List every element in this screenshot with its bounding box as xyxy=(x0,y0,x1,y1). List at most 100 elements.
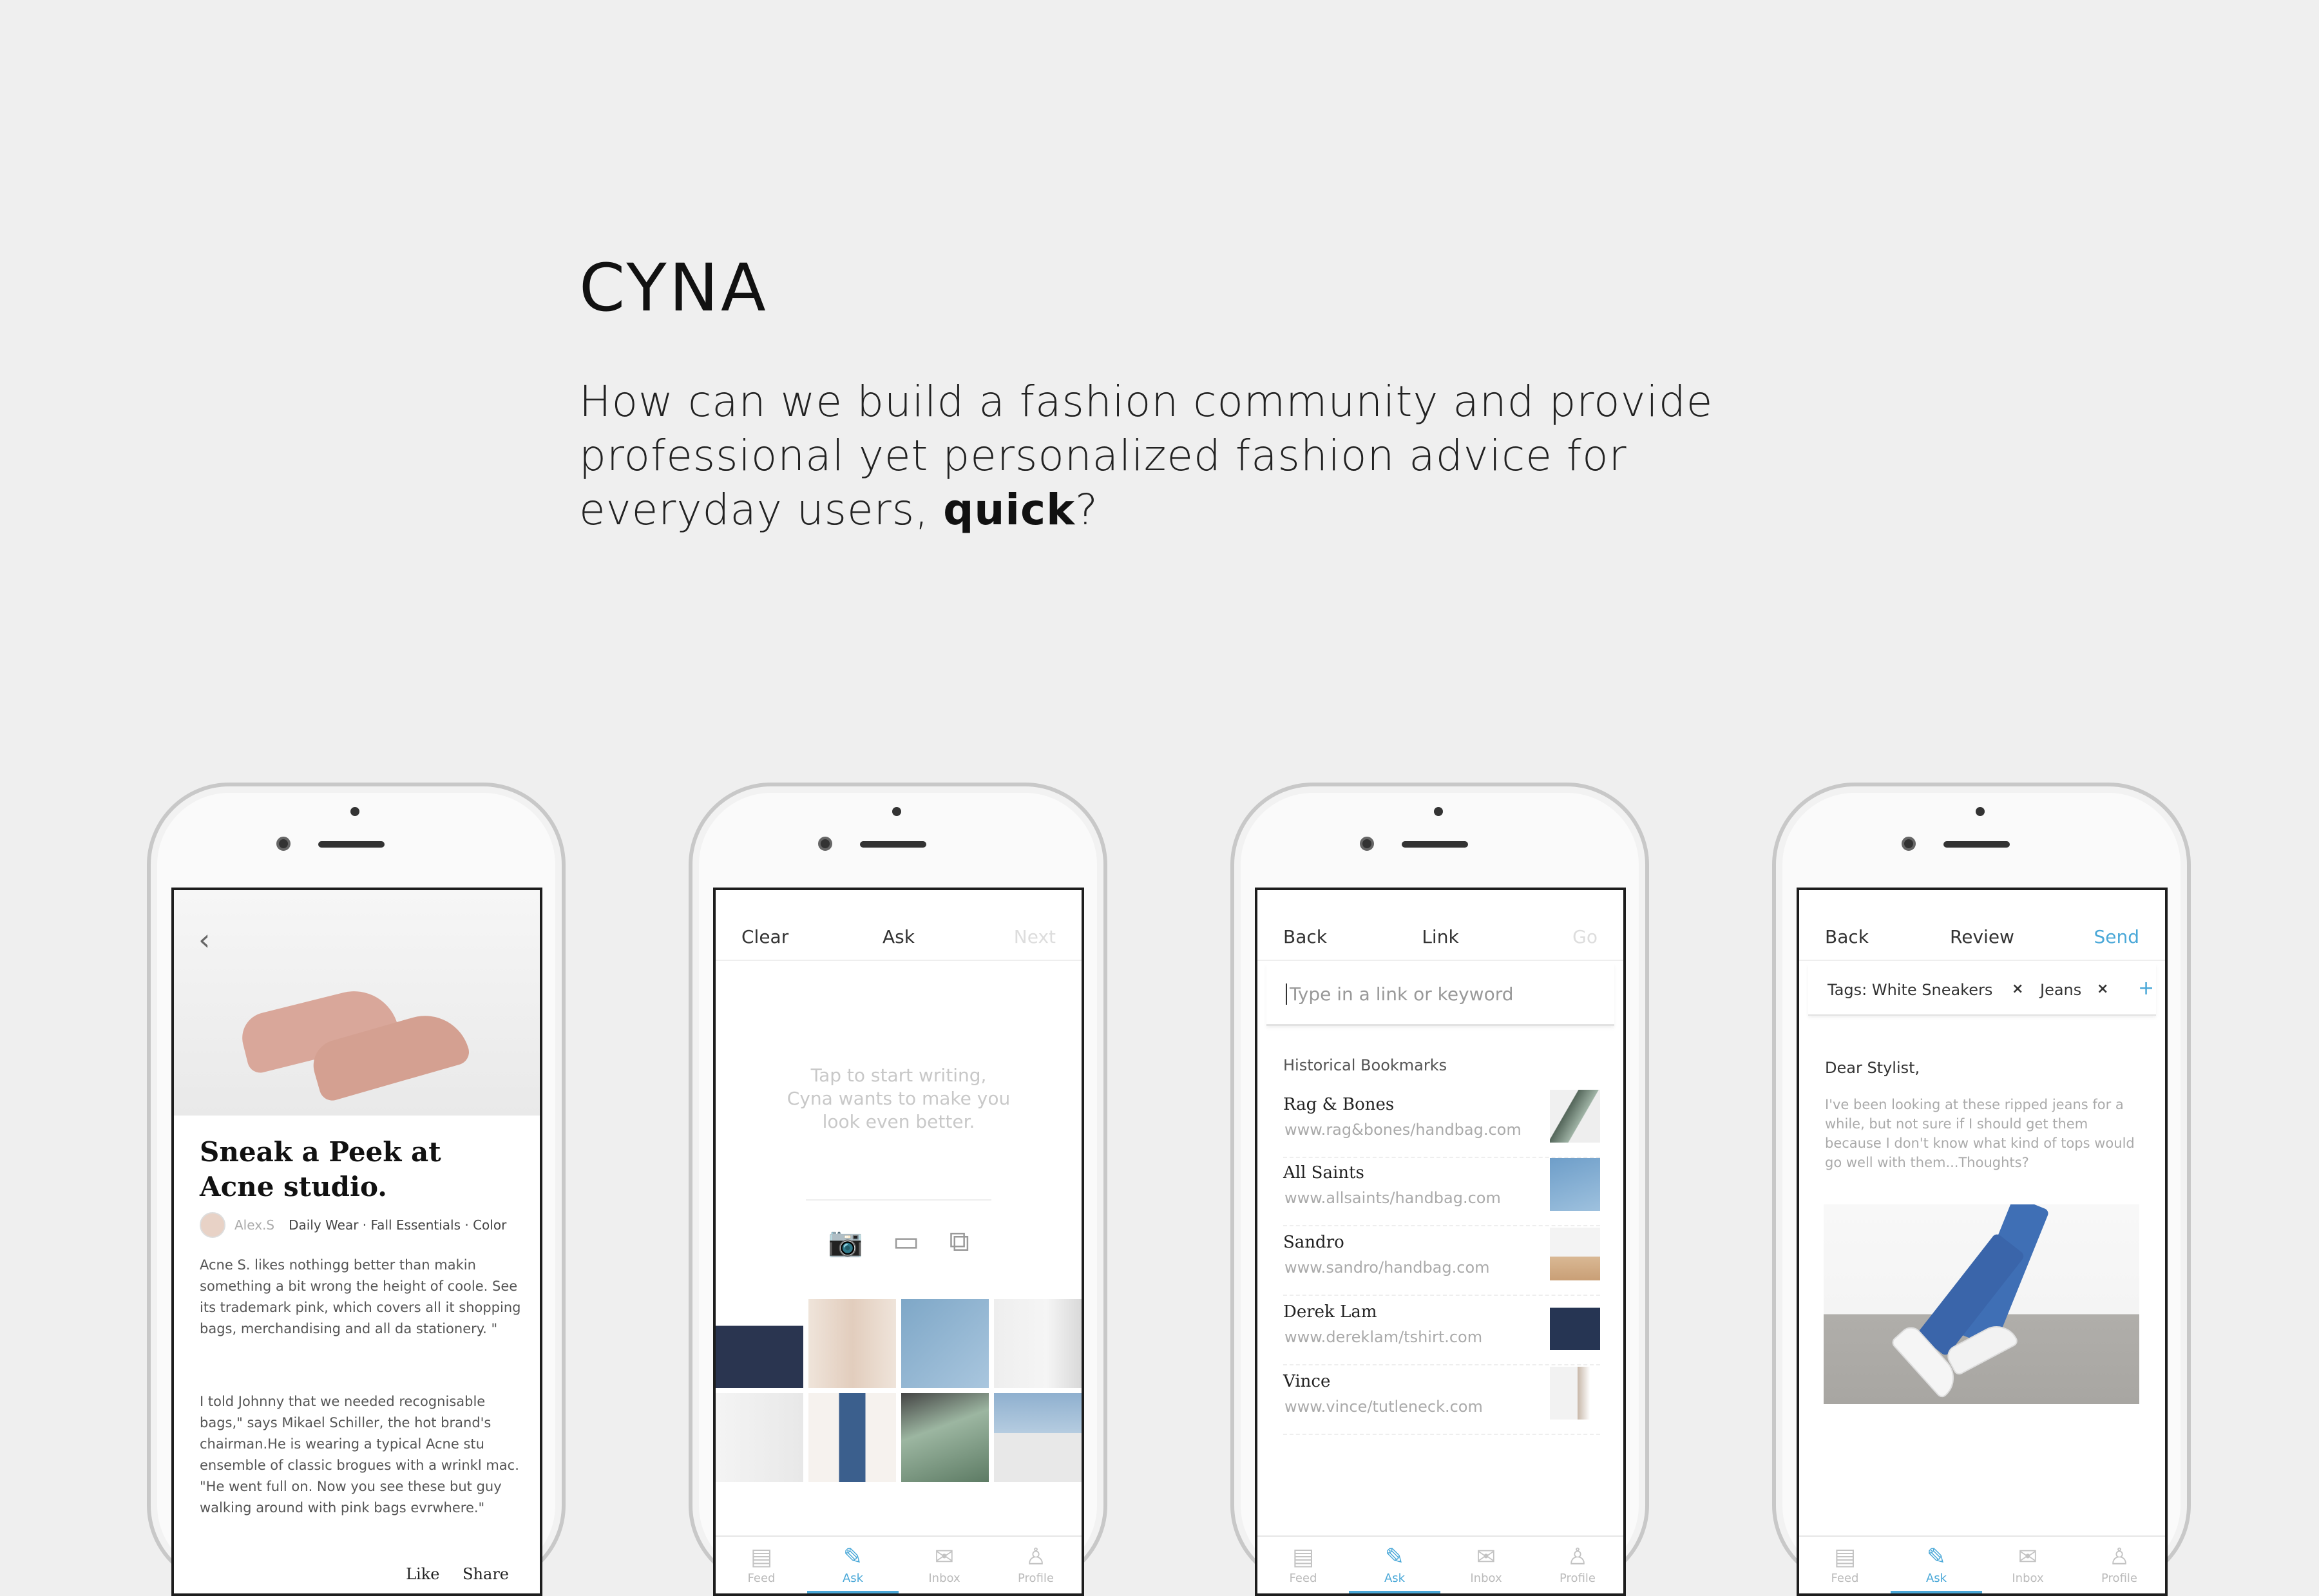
photo-thumb[interactable] xyxy=(716,1299,803,1388)
screen-article: ‹ Sneak a Peek at Acne studio. Alex.S Da… xyxy=(171,888,542,1596)
tab-ask[interactable]: ✎ Ask xyxy=(1349,1537,1440,1593)
photo-thumb[interactable] xyxy=(808,1393,896,1482)
tab-profile[interactable]: ♙ Profile xyxy=(2074,1537,2165,1593)
attached-photo[interactable] xyxy=(1824,1204,2139,1404)
bookmark-item[interactable]: Sandro www.sandro/handbag.com xyxy=(1283,1228,1600,1296)
bookmark-item[interactable]: All Saints www.allsaints/handbag.com xyxy=(1283,1158,1600,1226)
bookmark-thumb xyxy=(1550,1228,1600,1280)
article-actions: Like Share xyxy=(388,1565,509,1583)
bookmark-name: Vince xyxy=(1283,1372,1331,1391)
mail-icon: ✉ xyxy=(934,1544,955,1570)
tab-label: Ask xyxy=(1925,1572,1947,1585)
tab-ask[interactable]: ✎ Ask xyxy=(1891,1537,1982,1593)
speaker-grille xyxy=(1402,841,1468,848)
phone-feed-article: ‹ Sneak a Peek at Acne studio. Alex.S Da… xyxy=(147,783,566,1596)
proximity-sensor xyxy=(892,807,901,816)
photo-thumb[interactable] xyxy=(901,1393,989,1482)
bookmark-thumb xyxy=(1550,1367,1600,1420)
photo-thumb[interactable] xyxy=(901,1299,989,1388)
bookmark-name: Rag & Bones xyxy=(1283,1095,1395,1114)
bookmark-thumb xyxy=(1550,1158,1600,1211)
author-avatar[interactable] xyxy=(200,1212,225,1238)
front-camera xyxy=(276,837,291,851)
tab-bar: ▤ Feed ✎ Ask ✉ Inbox ♙ Profile xyxy=(1799,1535,2165,1593)
bookmark-item[interactable]: Vince www.vince/tutleneck.com xyxy=(1283,1367,1600,1435)
front-camera xyxy=(818,837,832,851)
add-tag-icon[interactable]: + xyxy=(2138,977,2154,1000)
tag-white-sneakers[interactable]: Tags: White Sneakers xyxy=(1828,981,1992,999)
speaker-grille xyxy=(318,841,385,848)
placeholder-line-1: Tap to start writing, xyxy=(810,1065,987,1086)
bookmark-thumb xyxy=(1550,1090,1600,1143)
tagline-end: ? xyxy=(1075,485,1099,535)
bookmark-url: www.rag&bones/handbag.com xyxy=(1284,1121,1522,1139)
nav-bar: Clear Ask Next xyxy=(716,890,1082,961)
back-chevron-icon[interactable]: ‹ xyxy=(198,922,210,957)
photo-thumb[interactable] xyxy=(994,1393,1082,1482)
placeholder-line-2: Cyna wants to make you xyxy=(787,1088,1011,1109)
pencil-icon: ✎ xyxy=(1384,1544,1405,1570)
photo-thumb[interactable] xyxy=(994,1299,1082,1388)
message-greeting[interactable]: Dear Stylist, xyxy=(1825,1059,1920,1077)
tab-label: Profile xyxy=(1018,1572,1054,1585)
tab-label: Feed xyxy=(747,1572,776,1585)
tab-label: Inbox xyxy=(1470,1572,1502,1585)
article-meta: Alex.S Daily Wear · Fall Essentials · Co… xyxy=(200,1212,506,1238)
tab-label: Inbox xyxy=(928,1572,960,1585)
front-camera xyxy=(1902,837,1916,851)
send-button[interactable]: Send xyxy=(2094,926,2139,947)
remove-tag-icon[interactable]: × xyxy=(2012,981,2023,997)
tagline: How can we build a fashion community and… xyxy=(579,375,1739,537)
tab-label: Inbox xyxy=(2012,1572,2044,1585)
article-categories: Daily Wear · Fall Essentials · Color xyxy=(289,1217,507,1233)
tab-inbox[interactable]: ✉ Inbox xyxy=(1440,1537,1532,1593)
remove-tag-icon[interactable]: × xyxy=(2097,981,2108,997)
link-icon[interactable]: ⧉ xyxy=(949,1225,969,1259)
message-body[interactable]: I've been looking at these ripped jeans … xyxy=(1825,1095,2147,1172)
go-button[interactable]: Go xyxy=(1572,926,1598,947)
phone-review: Back Review Send Tags: White Sneakers × … xyxy=(1772,783,2191,1596)
tab-feed[interactable]: ▤ Feed xyxy=(1257,1537,1349,1593)
nav-title: Link xyxy=(1422,926,1459,947)
tab-inbox[interactable]: ✉ Inbox xyxy=(899,1537,990,1593)
tag-jeans[interactable]: Jeans xyxy=(2040,981,2081,999)
feed-icon: ▤ xyxy=(1833,1544,1856,1570)
tab-bar: ▤ Feed ✎ Ask ✉ Inbox ♙ Profile xyxy=(1257,1535,1623,1593)
photo-grid xyxy=(716,1299,1082,1482)
author-name[interactable]: Alex.S xyxy=(234,1217,274,1233)
bookmark-url: www.dereklam/tshirt.com xyxy=(1284,1328,1483,1346)
person-icon: ♙ xyxy=(1567,1544,1589,1570)
image-icon[interactable]: ▭ xyxy=(893,1225,920,1259)
mail-icon: ✉ xyxy=(1476,1544,1496,1570)
next-button[interactable]: Next xyxy=(1014,926,1056,947)
history-label: Historical Bookmarks xyxy=(1283,1056,1447,1074)
article-title[interactable]: Sneak a Peek at Acne studio. xyxy=(200,1135,522,1204)
screen-ask: Clear Ask Next Tap to start writing, Cyn… xyxy=(713,888,1084,1596)
photo-thumb[interactable] xyxy=(716,1393,803,1482)
proximity-sensor xyxy=(350,807,359,816)
tab-feed[interactable]: ▤ Feed xyxy=(1799,1537,1891,1593)
ask-placeholder[interactable]: Tap to start writing, Cyna wants to make… xyxy=(716,1064,1082,1134)
tab-label: Profile xyxy=(1560,1572,1596,1585)
bookmark-item[interactable]: Rag & Bones www.rag&bones/handbag.com xyxy=(1283,1090,1600,1158)
bookmark-url: www.vince/tutleneck.com xyxy=(1284,1398,1483,1416)
tab-ask[interactable]: ✎ Ask xyxy=(807,1537,899,1593)
proximity-sensor xyxy=(1976,807,1985,816)
tab-profile[interactable]: ♙ Profile xyxy=(990,1537,1082,1593)
nav-bar: Back Link Go xyxy=(1257,890,1623,961)
phone-ask: Clear Ask Next Tap to start writing, Cyn… xyxy=(689,783,1107,1596)
share-button[interactable]: Share xyxy=(463,1565,509,1583)
tagline-text: How can we build a fashion community and… xyxy=(579,377,1713,535)
tab-feed[interactable]: ▤ Feed xyxy=(716,1537,807,1593)
bookmark-item[interactable]: Derek Lam www.dereklam/tshirt.com xyxy=(1283,1297,1600,1365)
like-button[interactable]: Like xyxy=(406,1565,439,1583)
tab-inbox[interactable]: ✉ Inbox xyxy=(1982,1537,2074,1593)
person-icon: ♙ xyxy=(1025,1544,1047,1570)
photo-thumb[interactable] xyxy=(808,1299,896,1388)
front-camera xyxy=(1360,837,1374,851)
tab-profile[interactable]: ♙ Profile xyxy=(1532,1537,1623,1593)
brand-title: CYNA xyxy=(579,250,768,327)
camera-icon[interactable]: 📷 xyxy=(828,1225,863,1259)
tab-label: Ask xyxy=(1384,1572,1406,1585)
link-search-input[interactable]: Type in a link or keyword xyxy=(1266,964,1614,1026)
